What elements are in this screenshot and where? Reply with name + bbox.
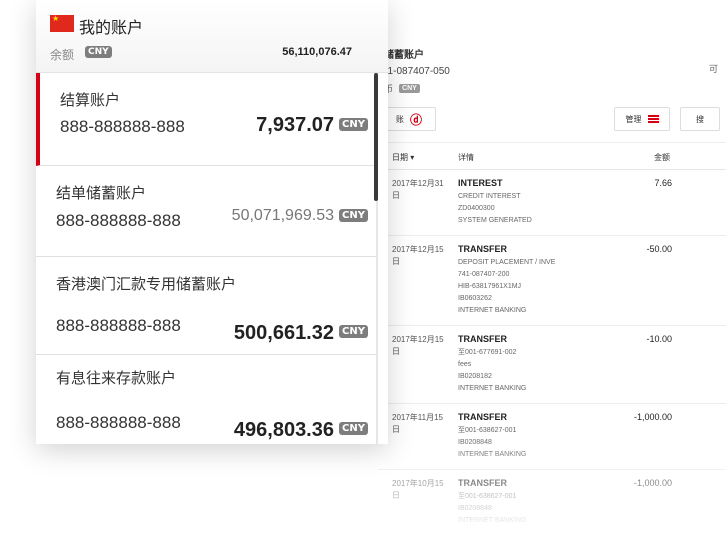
currency-badge: CNY [85,46,112,58]
account-name: 香港澳门汇款专用储蓄账户 [56,276,237,293]
column-header-amount: 金额 [654,153,670,162]
transaction-type: TRANSFER [458,244,507,254]
search-label: 搜 [696,114,704,124]
transaction-type: TRANSFER [458,334,507,344]
transaction-detail-line: IB0208182 [458,373,492,380]
transaction-date: 2017年12月31日 [392,179,444,200]
transactions-panel: 储蓄账户 41-087407-050 币 CNY 可 账 ⓓ 管理 搜 日期 ▾… [378,34,726,545]
transaction-date: 2017年12月15日 [392,245,444,266]
panel-account-number: 41-087407-050 [382,66,450,77]
account-currency-badge: CNY [339,325,368,338]
column-header-date[interactable]: 日期 ▾ [392,152,414,163]
account-balance: 50,071,969.53 [231,207,334,224]
panel-currency-line: 币 CNY [384,82,420,95]
panel-currency-badge: CNY [399,84,420,93]
transaction-type: INTEREST [458,178,503,188]
transaction-type: TRANSFER [458,478,507,488]
manage-button[interactable]: 管理 [614,107,670,131]
transaction-detail-line: SYSTEM GENERATED [458,217,532,224]
account-balance: 500,661.32 [233,322,334,344]
account-balance: 496,803.36 [233,419,334,441]
page-title: 我的账户 [79,20,144,37]
transaction-detail-line: IB0208848 [458,439,492,446]
transaction-amount: 7.66 [654,178,672,188]
transaction-detail-line: ZD0400300 [458,205,495,212]
transaction-row[interactable]: 2017年12月15日 TRANSFER DEPOSIT PLACEMENT /… [378,236,726,326]
account-name: 有息往来存款账户 [56,370,177,387]
transaction-date: 2017年10月15日 [392,479,444,500]
transaction-type: TRANSFER [458,412,507,422]
account-balance: 7,937.07 [256,114,334,136]
balance-label: 余额 [50,48,75,62]
china-flag-icon [50,14,74,32]
transaction-row[interactable]: 2017年11月15日 TRANSFER 至001-638627-001 IB0… [378,404,726,470]
account-select-label: 账 [395,114,404,124]
panel-edge-text: 可 [708,64,718,74]
account-select-button[interactable]: 账 ⓓ [382,107,436,131]
transaction-detail-line: CREDIT INTEREST [458,193,521,200]
account-number: 888-888888-888 [56,413,181,432]
account-currency-badge: CNY [339,422,368,435]
account-list-item[interactable]: 结算账户 888-888888-888 7,937.07 CNY [36,73,376,166]
account-name: 结算账户 [60,92,121,109]
transaction-details: 至001-677691-002 fees IB0208182 INTERNET … [458,347,526,395]
transaction-detail-line: DEPOSIT PLACEMENT / INVE [458,259,556,266]
panel-account-title: 储蓄账户 [384,50,424,61]
transaction-detail-line: 至001-638627-001 [458,427,517,434]
manage-label: 管理 [625,114,642,124]
account-number: 888-888888-888 [56,316,181,335]
account-currency-badge: CNY [339,209,368,222]
transaction-amount: -1,000.00 [633,478,672,488]
account-name: 结单储蓄账户 [56,185,147,202]
transaction-detail-line: INTERNET BANKING [458,517,527,524]
transaction-detail-line: INTERNET BANKING [458,307,527,314]
transaction-details: DEPOSIT PLACEMENT / INVE 741-087407-200 … [458,257,555,317]
column-header-detail: 详情 [458,153,474,162]
account-list-item[interactable]: 有息往来存款账户 888-888888-888 496,803.36 CNY [36,355,376,444]
transaction-details: CREDIT INTEREST ZD0400300 SYSTEM GENERAT… [458,191,532,227]
account-list-item[interactable]: 结单储蓄账户 888-888888-888 50,071,969.53 CNY [36,166,376,257]
transaction-date: 2017年11月15日 [392,413,443,434]
transaction-amount: -1,000.00 [633,412,672,422]
transaction-amount: -10.00 [646,334,672,344]
transaction-detail-line: 741-087407-200 [458,271,510,278]
account-number: 888-888888-888 [60,117,185,136]
account-currency-badge: CNY [339,118,368,131]
transaction-detail-line: INTERNET BANKING [458,451,527,458]
transaction-date: 2017年12月15日 [392,335,444,356]
transaction-detail-line: HIB-63817961X1MJ [458,283,522,290]
account-card: 我的账户 余额 CNY 56,110,076.47 结算账户 888-88888… [36,0,388,444]
transactions-table-header: 日期 ▾ 详情 金额 [378,142,726,170]
transaction-row[interactable]: 2017年10月15日 TRANSFER 至001-638627-001 IB0… [378,470,726,536]
transaction-details: 至001-638627-001 IB0208848 INTERNET BANKI… [458,491,526,527]
transaction-row[interactable]: 2017年12月15日 TRANSFER 至001-677691-002 fee… [378,326,726,404]
search-button[interactable]: 搜 [680,107,720,131]
menu-icon [647,115,659,123]
transaction-row[interactable]: 2017年12月31日 INTEREST CREDIT INTEREST ZD0… [378,170,726,236]
transaction-detail-line: fees [458,361,472,368]
transaction-details: 至001-638627-001 IB0208848 INTERNET BANKI… [458,425,526,461]
scrollbar-thumb[interactable] [374,73,378,201]
account-list-item[interactable]: 香港澳门汇款专用储蓄账户 888-888888-888 500,661.32 C… [36,257,376,355]
transaction-detail-line: 至001-677691-002 [458,349,517,356]
transaction-detail-line: IB0603262 [458,295,492,302]
transaction-detail-line: 至001-638627-001 [458,493,517,500]
transaction-amount: -50.00 [646,244,672,254]
transaction-detail-line: IB0208848 [458,505,492,512]
transaction-detail-line: INTERNET BANKING [458,385,527,392]
bank-icon: ⓓ [409,112,422,127]
account-card-header: 我的账户 余额 CNY 56,110,076.47 [36,0,388,73]
total-balance: 56,110,076.47 [282,46,352,58]
account-number: 888-888888-888 [56,211,181,230]
